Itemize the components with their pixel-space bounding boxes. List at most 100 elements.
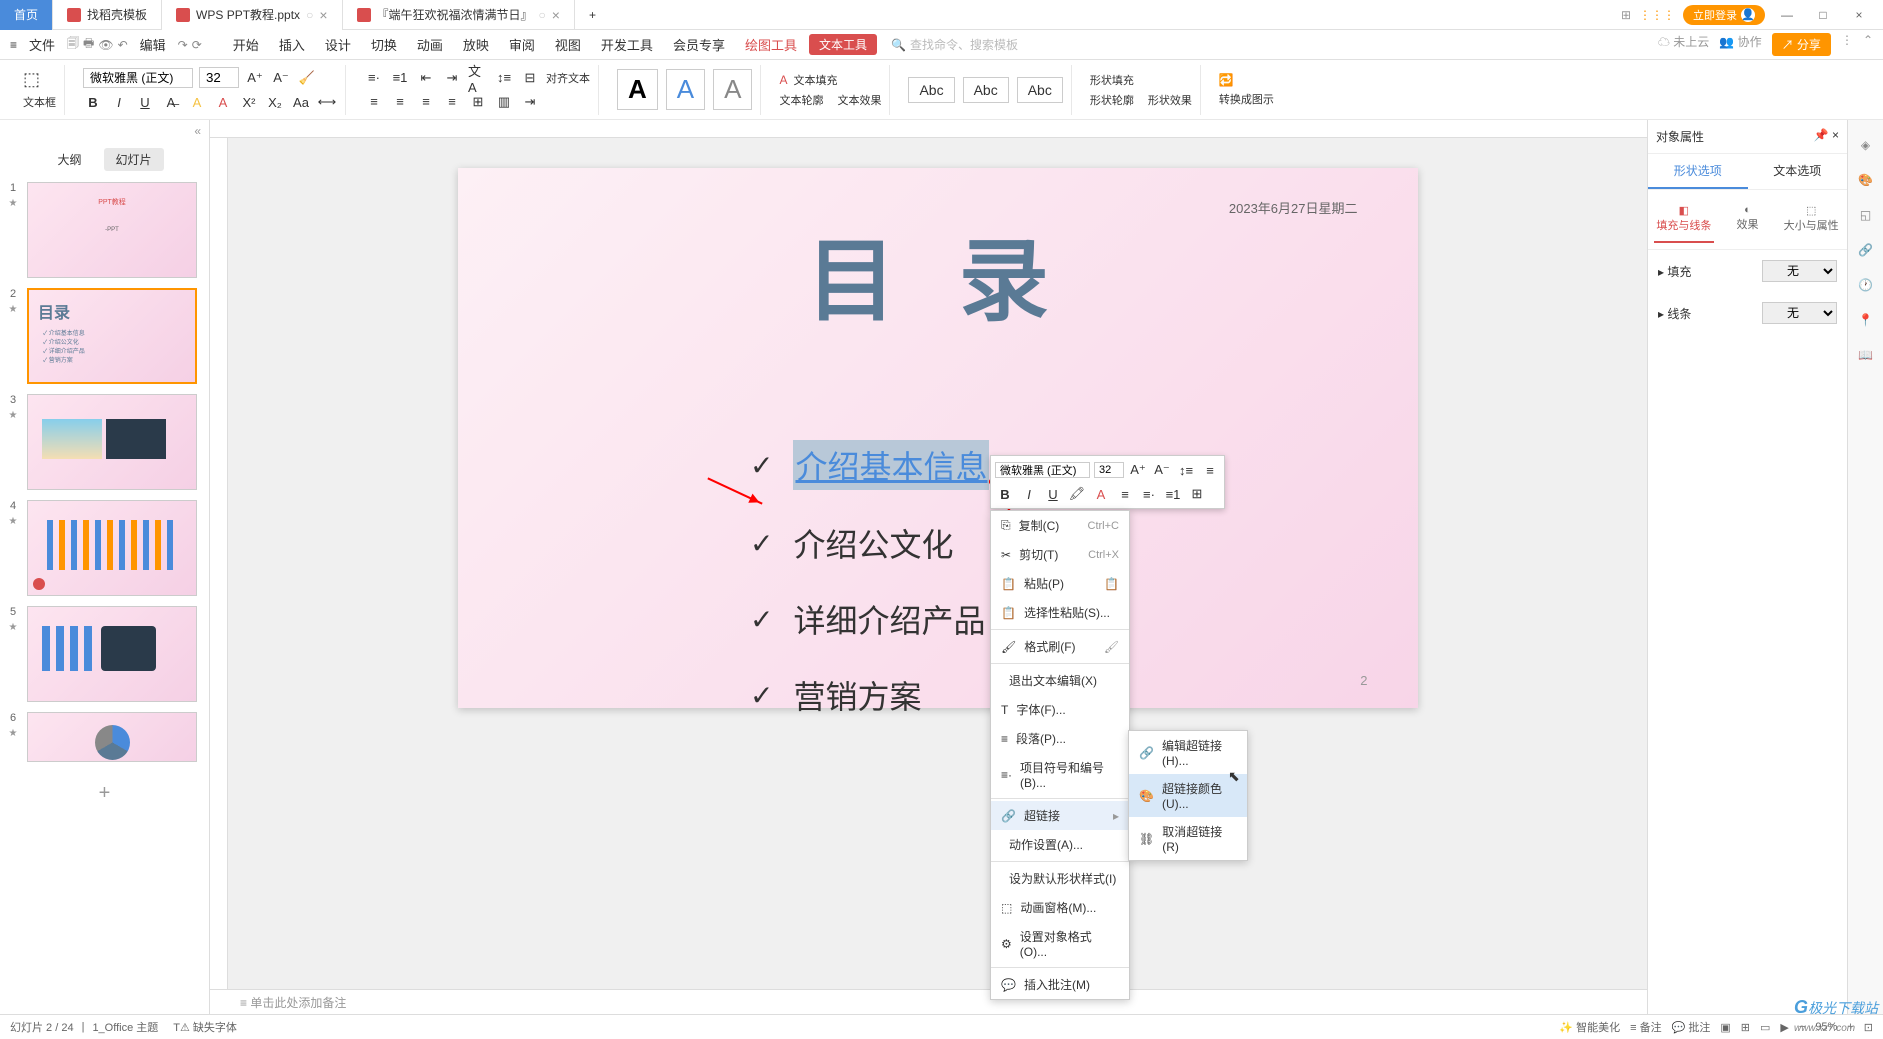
tab-document[interactable]: WPS PPT教程.pptx○×: [162, 0, 342, 30]
add-slide-button[interactable]: +: [5, 772, 204, 815]
ctx-default-shape[interactable]: 设为默认形状样式(I): [991, 864, 1129, 893]
home-tab[interactable]: 首页: [0, 0, 53, 30]
ctx-paragraph[interactable]: ≡段落(P)...: [991, 724, 1129, 753]
clear-format-icon[interactable]: 🧹: [297, 68, 317, 88]
side-link-icon[interactable]: 🔗: [1856, 240, 1876, 260]
mini-font-select[interactable]: [995, 462, 1090, 478]
slide-thumb-6[interactable]: [27, 712, 197, 762]
mini-bullets-icon[interactable]: ≡·: [1139, 484, 1159, 504]
ctx-anim-pane[interactable]: ⬚动画窗格(M)...: [991, 893, 1129, 922]
tab-member[interactable]: 会员专享: [665, 31, 733, 58]
list-item[interactable]: 介绍公文化: [793, 520, 953, 566]
bullets-icon[interactable]: ≡·: [364, 68, 384, 88]
more-icon[interactable]: ⋮: [1841, 33, 1853, 56]
text-outline-button[interactable]: 文本轮廓: [779, 92, 823, 108]
slide-thumb-1[interactable]: PPT教程-PPT: [27, 182, 197, 278]
ctx-cut[interactable]: ✂剪切(T)Ctrl+X: [991, 540, 1129, 569]
text-style-3[interactable]: A: [713, 69, 752, 110]
new-tab[interactable]: +: [575, 0, 610, 30]
minimize-icon[interactable]: —: [1773, 8, 1801, 22]
mini-align-icon[interactable]: ≡: [1115, 484, 1135, 504]
shape-style-1[interactable]: Abc: [908, 77, 954, 103]
side-clock-icon[interactable]: 🕐: [1856, 275, 1876, 295]
convert-icon[interactable]: 🔁: [1219, 73, 1274, 87]
line-select[interactable]: 无: [1762, 302, 1837, 324]
case-icon[interactable]: Aa: [291, 92, 311, 112]
sub-remove-link[interactable]: ⛓取消超链接(R): [1129, 817, 1247, 860]
redo-icon[interactable]: ↷: [178, 38, 188, 52]
slide-thumb-4[interactable]: [27, 500, 197, 596]
tab-transition[interactable]: 切换: [363, 31, 405, 58]
tab-icon[interactable]: ⇥: [520, 92, 540, 112]
list-item[interactable]: 营销方案: [793, 672, 921, 718]
indent-left-icon[interactable]: ⇤: [416, 68, 436, 88]
textbox-icon[interactable]: ⬚: [23, 69, 56, 90]
text-effect-button[interactable]: 文本效果: [837, 92, 881, 108]
tab-design[interactable]: 设计: [317, 31, 359, 58]
mini-bold-icon[interactable]: B: [995, 484, 1015, 504]
close-icon[interactable]: ×: [552, 7, 560, 23]
line-spacing-icon[interactable]: ↕≡: [494, 68, 514, 88]
align-justify-icon[interactable]: ≡: [442, 92, 462, 112]
file-menu[interactable]: 文件: [21, 31, 63, 58]
tab-slideshow[interactable]: 放映: [455, 31, 497, 58]
view-normal-icon[interactable]: ▣: [1720, 1021, 1730, 1034]
underline-icon[interactable]: U: [135, 92, 155, 112]
ctx-format-painter[interactable]: 🖌格式刷(F)🖌: [991, 632, 1129, 661]
strikethrough-icon[interactable]: A̶: [161, 92, 181, 112]
align-text-button[interactable]: 对齐文本: [546, 70, 590, 86]
hyperlink-text[interactable]: 介绍基本信息: [793, 440, 989, 490]
maximize-icon[interactable]: □: [1809, 8, 1837, 22]
outline-tab[interactable]: 大纲: [45, 148, 93, 171]
spacing-icon[interactable]: ⟷: [317, 92, 337, 112]
side-diamond-icon[interactable]: ◈: [1856, 135, 1876, 155]
ctx-copy[interactable]: ⎘复制(C)Ctrl+C: [991, 511, 1129, 540]
shape-effect-button[interactable]: 形状效果: [1148, 92, 1192, 108]
numbering-icon[interactable]: ≡1: [390, 68, 410, 88]
mini-increase-font-icon[interactable]: A⁺: [1128, 460, 1148, 480]
share-button[interactable]: ↗ 分享: [1772, 33, 1831, 56]
shape-style-3[interactable]: Abc: [1017, 77, 1063, 103]
apps-icon[interactable]: ⋮⋮⋮: [1639, 8, 1675, 22]
mini-underline-icon[interactable]: U: [1043, 484, 1063, 504]
ctx-format-obj[interactable]: ⚙设置对象格式(O)...: [991, 922, 1129, 965]
view-reading-icon[interactable]: ▭: [1760, 1021, 1770, 1034]
view-slideshow-icon[interactable]: ▶: [1780, 1021, 1788, 1034]
collapse-panel-icon[interactable]: «: [194, 124, 201, 138]
columns-icon[interactable]: ▥: [494, 92, 514, 112]
bold-icon[interactable]: B: [83, 92, 103, 112]
text-options-tab[interactable]: 文本选项: [1748, 154, 1848, 189]
list-item[interactable]: 详细介绍产品: [793, 596, 985, 642]
slide-thumb-2[interactable]: 目录✓ 介绍基本信息✓ 介绍公文化✓ 详细介绍产品✓ 营销方案: [27, 288, 197, 384]
save-icon[interactable]: 🗐: [67, 34, 79, 55]
text-direction-icon[interactable]: 文A: [468, 68, 488, 88]
size-tab[interactable]: ⬚大小与属性: [1781, 196, 1841, 243]
side-book-icon[interactable]: 📖: [1856, 345, 1876, 365]
highlight-icon[interactable]: A: [187, 92, 207, 112]
text-style-1[interactable]: A: [617, 69, 658, 110]
mini-highlight-icon[interactable]: 🖍: [1067, 484, 1087, 504]
align-right-icon[interactable]: ≡: [416, 92, 436, 112]
mini-italic-icon[interactable]: I: [1019, 484, 1039, 504]
shape-options-tab[interactable]: 形状选项: [1648, 154, 1748, 189]
view-sorter-icon[interactable]: ⊞: [1741, 1021, 1750, 1034]
tab-templates[interactable]: 找稻壳模板: [53, 0, 162, 30]
text-fill-icon[interactable]: A: [779, 73, 787, 87]
login-button[interactable]: 立即登录👤: [1683, 5, 1765, 25]
font-select[interactable]: [83, 68, 193, 88]
mini-toolbar[interactable]: A⁺ A⁻ ↕≡ ≡ B I U 🖍 A ≡ ≡· ≡1 ⊞: [990, 455, 1225, 509]
grid-icon[interactable]: ⊞: [1621, 8, 1631, 22]
tab-review[interactable]: 审阅: [501, 31, 543, 58]
mini-size-select[interactable]: [1094, 462, 1124, 478]
ctx-paste-special[interactable]: 📋选择性粘贴(S)...: [991, 598, 1129, 627]
slide-thumb-3[interactable]: [27, 394, 197, 490]
ctx-exit-text[interactable]: 退出文本编辑(X): [991, 666, 1129, 695]
slide-thumb-5[interactable]: [27, 606, 197, 702]
tab-document-2[interactable]: 『端午狂欢祝福浓情满节日』○×: [343, 0, 575, 30]
line-label[interactable]: ▸ 线条: [1658, 305, 1691, 322]
comments-toggle[interactable]: 💬 批注: [1672, 1019, 1711, 1035]
mini-linespace-icon[interactable]: ↕≡: [1176, 460, 1196, 480]
increase-font-icon[interactable]: A⁺: [245, 68, 265, 88]
subscript-icon[interactable]: X₂: [265, 92, 285, 112]
cloud-status[interactable]: ☁ 未上云: [1658, 33, 1709, 56]
